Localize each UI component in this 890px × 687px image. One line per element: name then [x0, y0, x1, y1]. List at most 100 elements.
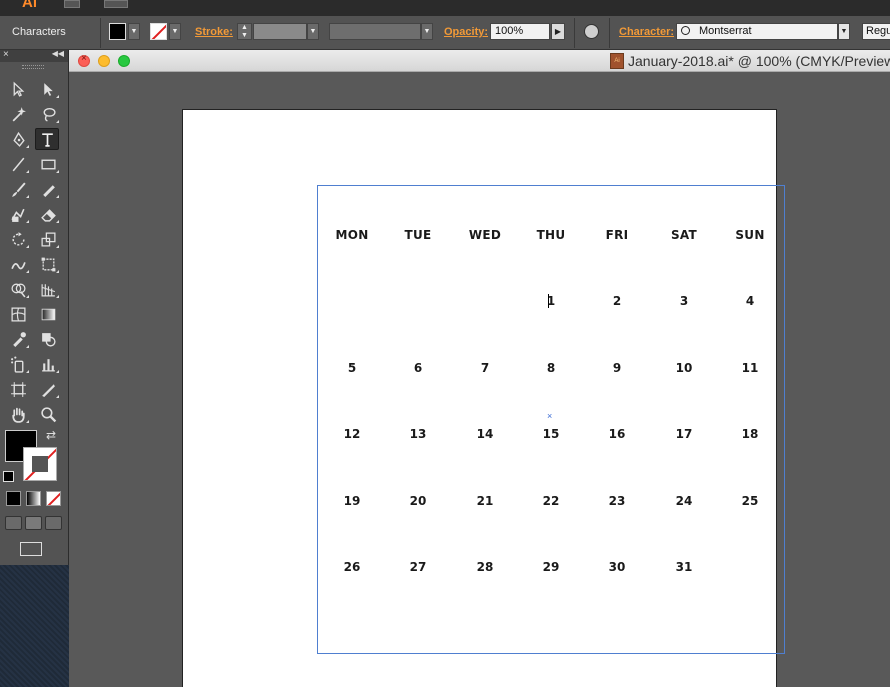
calendar-day-cell: 18 [741, 427, 759, 441]
day-header: SAT [670, 228, 698, 242]
stroke-color-box[interactable] [23, 447, 57, 481]
calendar-day-cell: 27 [409, 560, 427, 574]
text-anchor-marker-icon: × [547, 411, 553, 421]
opacity-slider-toggle[interactable]: ▶ [551, 23, 565, 40]
profile-dropdown-icon[interactable]: ▼ [421, 23, 433, 40]
draw-inside-icon[interactable] [45, 516, 62, 530]
character-label-link[interactable]: Character: [619, 26, 674, 38]
zoom-window-button[interactable] [118, 55, 130, 67]
gradient-tool[interactable] [36, 303, 60, 325]
lasso-tool[interactable] [36, 103, 60, 125]
selection-tool[interactable] [6, 78, 30, 100]
panel-grip[interactable] [22, 65, 44, 69]
shaper-tool[interactable] [6, 203, 30, 225]
opacity-label-link[interactable]: Opacity: [444, 26, 488, 38]
slice-tool[interactable] [36, 378, 60, 400]
day-header: WED [468, 228, 502, 242]
minimize-window-button[interactable] [98, 55, 110, 67]
calendar-day-cell: 10 [675, 361, 693, 375]
calendar-day-cell: 31 [675, 560, 693, 574]
rotate-tool[interactable] [6, 228, 30, 250]
calendar-day-cell: 2 [612, 294, 622, 308]
hand-tool[interactable] [6, 403, 30, 425]
line-tool[interactable] [6, 153, 30, 175]
artboard-tool[interactable] [6, 378, 30, 400]
collapse-icon[interactable]: ◀◀ [52, 49, 64, 58]
shape-builder-tool[interactable] [6, 278, 30, 300]
divider [100, 18, 101, 48]
pencil-tool[interactable] [36, 178, 60, 200]
eraser-tool[interactable] [36, 203, 60, 225]
swap-fill-stroke-icon[interactable]: ⇄ [46, 428, 56, 442]
font-family-field[interactable]: Montserrat [676, 23, 838, 40]
fill-dropdown-arrow-icon[interactable]: ▼ [128, 23, 140, 40]
scale-tool[interactable] [36, 228, 60, 250]
gradient-mode-icon[interactable] [26, 491, 41, 506]
free-transform-tool[interactable] [36, 253, 60, 275]
text-cursor [548, 294, 549, 308]
calendar-day-cell: 25 [741, 494, 759, 508]
stroke-dropdown-arrow-icon[interactable]: ▼ [169, 23, 181, 40]
opacity-input[interactable]: 100% [490, 23, 550, 40]
calendar-day-cell: 5 [347, 361, 357, 375]
calendar-day-cell: 28 [476, 560, 494, 574]
workspace-switcher-icon[interactable] [104, 0, 128, 8]
search-icon [681, 26, 690, 35]
stroke-label-link[interactable]: Stroke: [195, 26, 233, 38]
type-tool[interactable] [35, 128, 59, 150]
rectangle-tool[interactable] [36, 153, 60, 175]
calendar-day-cell: 29 [542, 560, 560, 574]
blend-tool[interactable] [36, 328, 60, 350]
magic-wand-tool[interactable] [6, 103, 30, 125]
font-family-dropdown-icon[interactable]: ▼ [838, 23, 850, 40]
stroke-swatch[interactable] [150, 23, 167, 40]
calendar-day-cell: 4 [745, 294, 755, 308]
zoom-tool[interactable] [36, 403, 60, 425]
stroke-weight-dropdown-icon[interactable]: ▼ [307, 23, 319, 40]
document-title: January-2018.ai* @ 100% (CMYK/Preview) [628, 53, 890, 69]
calendar-day-cell: 13 [409, 427, 427, 441]
day-header: TUE [404, 228, 432, 242]
variable-width-profile-field[interactable] [329, 23, 421, 40]
column-graph-tool[interactable] [36, 353, 60, 375]
calendar-day-cell: 22 [542, 494, 560, 508]
perspective-grid-tool[interactable] [36, 278, 60, 300]
document-titlebar[interactable]: Ai January-2018.ai* @ 100% (CMYK/Preview… [69, 50, 890, 72]
draw-behind-icon[interactable] [25, 516, 42, 530]
draw-normal-icon[interactable] [5, 516, 22, 530]
calendar-day-cell: 26 [343, 560, 361, 574]
pen-tool[interactable] [6, 128, 30, 150]
calendar-day-cell: 21 [476, 494, 494, 508]
close-window-button[interactable] [78, 53, 90, 67]
day-header: MON [335, 228, 369, 242]
ai-file-icon: Ai [610, 53, 624, 69]
paintbrush-tool[interactable] [6, 178, 30, 200]
fill-swatch[interactable] [109, 23, 126, 40]
font-style-field[interactable]: Regu [862, 23, 890, 40]
control-bar: Characters ▼ ▼ Stroke: ▲ ▼ ▼ ▼ Opacity: 1… [0, 16, 890, 50]
calendar-day-cell: 12 [343, 427, 361, 441]
recolor-globe-icon[interactable] [584, 24, 599, 39]
symbol-sprayer-tool[interactable] [6, 353, 30, 375]
mesh-tool[interactable] [6, 303, 30, 325]
stroke-weight-stepper[interactable]: ▲ ▼ [237, 23, 252, 40]
calendar-day-cell: 23 [608, 494, 626, 508]
default-fill-stroke-icon[interactable] [3, 471, 14, 482]
menu-strip: Ai [0, 0, 890, 16]
bridge-icon[interactable] [64, 0, 80, 8]
screen-mode-icon[interactable] [20, 542, 42, 556]
none-mode-icon[interactable] [46, 491, 61, 506]
warp-tool[interactable] [6, 253, 30, 275]
calendar-day-cell: 9 [612, 361, 622, 375]
calendar-day-cell: 17 [675, 427, 693, 441]
day-header: SUN [735, 228, 765, 242]
close-icon[interactable]: × [3, 49, 9, 60]
calendar-day-cell: 19 [343, 494, 361, 508]
panel-title: Characters [12, 26, 66, 38]
color-mode-icon[interactable] [6, 491, 21, 506]
direct-selection-tool[interactable] [36, 78, 60, 100]
tools-panel: × ◀◀ ⇄ [0, 49, 69, 565]
stroke-weight-field[interactable] [253, 23, 307, 40]
eyedropper-tool[interactable] [6, 328, 30, 350]
day-header: THU [536, 228, 566, 242]
